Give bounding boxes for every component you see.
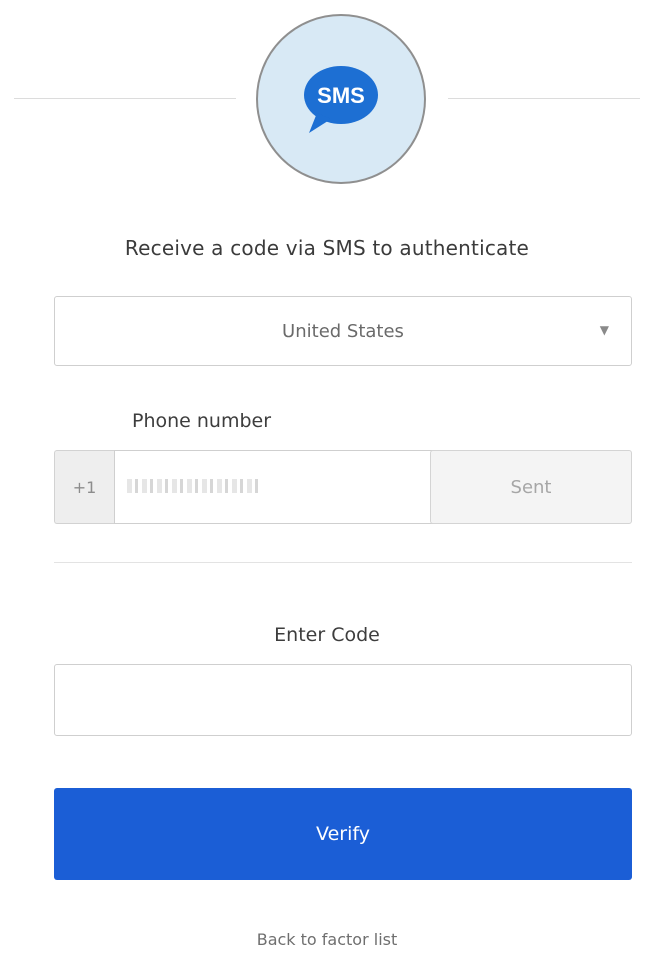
header-divider-left [14,98,236,99]
enter-code-label: Enter Code [274,624,380,646]
sms-chat-bubble-icon: SMS [304,66,378,133]
dropdown-caret-icon: ▼ [599,323,609,337]
header-divider-right [448,98,640,99]
sms-badge-text: SMS [317,83,365,108]
section-divider [54,562,632,563]
send-code-button[interactable]: Sent [430,450,632,524]
code-input[interactable] [54,664,632,736]
sms-factor-badge: SMS [256,14,426,184]
obscured-phone-number [127,479,259,493]
country-select[interactable]: United States ▼ [54,296,632,366]
country-code-prefix: +1 [54,450,114,524]
country-select-value: United States [282,320,404,342]
back-to-factor-list-link[interactable]: Back to factor list [0,930,654,949]
page-heading: Receive a code via SMS to authenticate [124,236,530,260]
phone-number-label: Phone number [132,410,272,432]
phone-number-input[interactable] [114,450,466,524]
verify-button[interactable]: Verify [54,788,632,880]
